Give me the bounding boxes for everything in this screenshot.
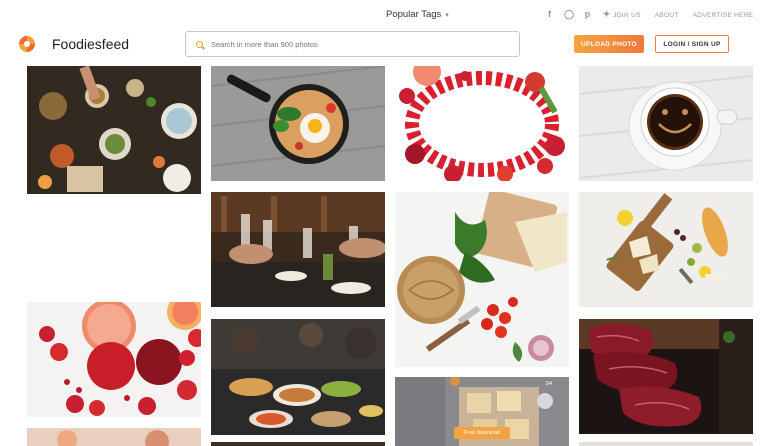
popular-tags-label: Popular Tags	[386, 9, 442, 20]
photo-bottom-col2[interactable]	[211, 442, 385, 446]
logo-icon[interactable]	[19, 36, 35, 52]
photo-toast[interactable]	[211, 192, 385, 307]
advertise-link[interactable]: ADVERTISE HERE	[693, 12, 754, 19]
top-strip: Popular Tags ▾ f ◯ p ✦ JOIN US ABOUT ADV…	[0, 0, 760, 28]
upload-photo-button[interactable]: UPLOAD PHOTO	[574, 35, 644, 53]
photo-cheese-board[interactable]	[579, 192, 753, 307]
search-input[interactable]	[211, 39, 491, 49]
photo-count-badge: 54	[546, 381, 553, 387]
free-download-button[interactable]: Free download	[454, 427, 510, 439]
chevron-down-icon: ▾	[445, 11, 449, 19]
instagram-icon[interactable]: ◯	[564, 10, 574, 19]
login-signup-button[interactable]: LOGIN / SIGN UP	[655, 35, 729, 53]
photo-feast[interactable]	[211, 319, 385, 435]
photo-bottom-col4[interactable]	[579, 442, 753, 446]
popular-tags-dropdown[interactable]: Popular Tags ▾	[386, 9, 449, 20]
photo-berry-frame[interactable]	[395, 66, 569, 181]
photo-fruits[interactable]	[27, 302, 201, 417]
photo-bottom-col1[interactable]	[27, 428, 201, 446]
photo-coffee[interactable]	[579, 66, 753, 181]
facebook-icon[interactable]: f	[545, 10, 554, 19]
twitter-icon[interactable]: ✦	[602, 10, 611, 19]
join-us-link[interactable]: JOIN US	[613, 12, 641, 19]
photo-steak[interactable]	[579, 319, 753, 434]
search-bar[interactable]	[185, 31, 520, 57]
social-links: f ◯ p ✦	[545, 10, 611, 19]
search-icon	[196, 40, 203, 48]
photo-egg-skillet[interactable]	[211, 66, 385, 181]
about-link[interactable]: ABOUT	[655, 12, 679, 19]
top-links: JOIN US ABOUT ADVERTISE HERE	[613, 12, 753, 19]
photo-bread-cheese[interactable]	[395, 192, 569, 367]
photo-table-spread[interactable]	[27, 66, 201, 194]
pinterest-icon[interactable]: p	[583, 10, 592, 19]
logo-text[interactable]: Foodiesfeed	[52, 36, 129, 52]
